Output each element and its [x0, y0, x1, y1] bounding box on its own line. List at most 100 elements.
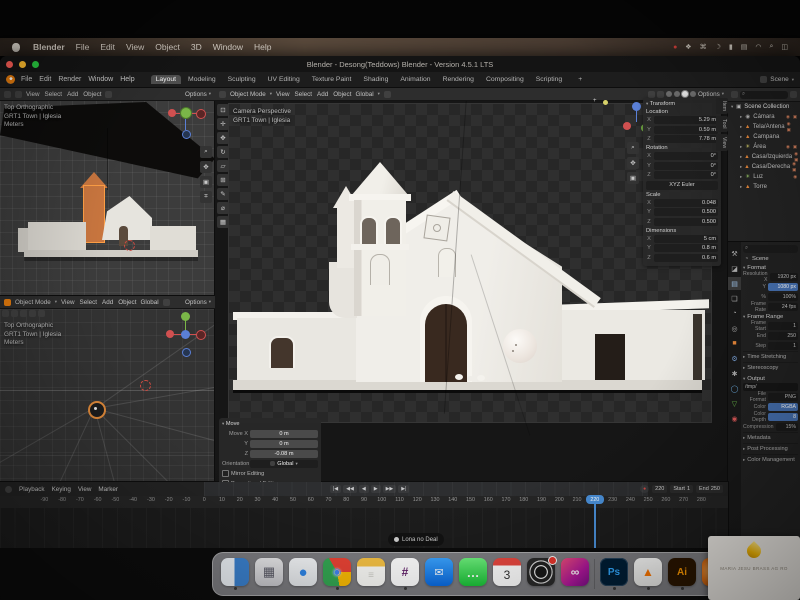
menu-bar-item[interactable]: File — [76, 42, 90, 52]
property-field[interactable]: 24 fps — [768, 303, 798, 311]
property-field[interactable]: RGBA — [768, 403, 798, 411]
frame-start-field[interactable]: Start1 — [670, 485, 693, 493]
n-panel-tab[interactable]: Item — [716, 98, 728, 114]
editor-type-icon[interactable] — [5, 486, 12, 493]
viewport-menu[interactable]: Add — [317, 91, 328, 98]
y-axis-dot[interactable] — [181, 312, 190, 321]
outliner-item[interactable]: ▸▲Campana — [728, 132, 800, 142]
material-shading-icon[interactable] — [682, 91, 688, 97]
mode-dropdown[interactable]: Object Mode — [230, 91, 266, 98]
properties-tab[interactable]: ■ — [728, 337, 741, 350]
properties-search-input[interactable]: ⌕ — [743, 245, 798, 253]
outliner-search-input[interactable]: ⌕ — [740, 91, 788, 99]
scene-collection-row[interactable]: ▾ ▣ Scene Collection — [728, 102, 800, 112]
visibility-toggles[interactable]: ◉ ▣ — [786, 114, 800, 120]
viewport-menu[interactable]: Select — [80, 299, 98, 306]
properties-tab[interactable]: ❏ — [728, 292, 741, 305]
status-icon[interactable]: ◫ — [781, 43, 788, 51]
scale-field[interactable]: Z0.500 — [646, 218, 718, 226]
properties-tab[interactable]: ▽ — [728, 397, 741, 410]
viewport-bottom-left[interactable]: Object Mode ▾ ViewSelectAddObject Global… — [0, 296, 215, 482]
status-icon[interactable]: ▮ — [729, 43, 733, 51]
status-icon[interactable]: ◠ — [755, 43, 761, 51]
disclosure-icon[interactable]: ▸ — [740, 174, 742, 180]
orientation-dropdown[interactable]: Global — [140, 299, 158, 306]
workspace-tab[interactable]: Animation — [395, 75, 435, 84]
property-field[interactable]: 1920 px — [770, 273, 798, 281]
property-field[interactable]: 100% — [768, 293, 798, 301]
disclosure-icon[interactable]: ▸ — [740, 164, 742, 170]
y-axis-dot[interactable] — [181, 108, 191, 118]
property-field[interactable]: 8 — [768, 413, 798, 421]
viewport-menu[interactable]: View — [26, 91, 40, 98]
workspace-tab[interactable]: Texture Paint — [307, 75, 357, 84]
dimension-field[interactable]: Y0.8 m — [646, 244, 718, 252]
n-panel-title[interactable]: ▾ Transform — [646, 101, 718, 107]
property-field[interactable]: 250 — [768, 332, 798, 340]
property-field[interactable]: 1 — [768, 322, 798, 330]
property-field[interactable]: 15% — [776, 423, 798, 431]
topbar-menu[interactable]: Help — [120, 76, 134, 83]
move-panel-title[interactable]: ▾ Move — [222, 421, 318, 427]
zoom-icon[interactable]: ⌕ — [200, 146, 212, 158]
viewport-menu[interactable]: View — [61, 299, 75, 306]
tool-icon[interactable] — [2, 310, 9, 317]
disclosure-icon[interactable]: ▾ — [731, 104, 733, 110]
tool-icon[interactable] — [11, 310, 18, 317]
playhead[interactable]: 220 — [594, 496, 596, 548]
topbar-menu[interactable]: Window — [88, 76, 113, 83]
viewport-menu[interactable]: Object — [118, 299, 136, 306]
pan-hand-icon[interactable]: ✥ — [627, 157, 639, 169]
rotation-field[interactable]: Z0° — [646, 171, 718, 179]
workspace-tab[interactable]: UV Editing — [263, 75, 305, 84]
location-field[interactable]: Z7.78 m — [646, 135, 718, 143]
frame-end-field[interactable]: End250 — [696, 485, 723, 493]
rotation-field[interactable]: Y0° — [646, 162, 718, 170]
tool-icon[interactable] — [20, 310, 27, 317]
solid-shading-icon[interactable] — [674, 91, 680, 97]
z-axis-dot[interactable] — [632, 102, 641, 111]
dock-app[interactable]: ▲ — [633, 558, 663, 590]
properties-tab[interactable]: ◎ — [728, 322, 741, 335]
tool-icon[interactable] — [29, 310, 36, 317]
outliner-item[interactable]: ▸☀Luz◉ — [728, 172, 800, 182]
timeline-menu[interactable]: Marker — [98, 486, 118, 493]
mode-icon[interactable] — [15, 91, 22, 98]
rotation-mode-dropdown[interactable]: XYZ Euler — [646, 181, 718, 190]
orientation-dropdown[interactable]: Global — [355, 91, 373, 98]
n-panel-tab[interactable]: View — [716, 134, 728, 151]
scene-selector[interactable]: Scene ▾ — [760, 76, 794, 83]
workspace-tab[interactable]: Compositing — [481, 75, 529, 84]
properties-editor[interactable]: ⚒◪▤❏◔◎■⚙✱◯▽◉ ⌕ ◔Scene ▾Format Resolution… — [728, 242, 800, 548]
tool-button[interactable]: ✛ — [217, 118, 229, 130]
visibility-toggles[interactable]: ◉ ▣ — [787, 121, 800, 133]
viewport-menu[interactable]: Add — [102, 299, 113, 306]
properties-tab[interactable]: ◪ — [728, 262, 741, 275]
move-option-checkbox[interactable]: Proportional Editing — [222, 479, 318, 482]
workspace-tab[interactable]: Layout — [151, 75, 181, 84]
tool-button[interactable]: ▦ — [217, 216, 229, 228]
x-axis-neg-dot[interactable] — [196, 330, 206, 340]
status-icon[interactable]: ● — [673, 44, 677, 51]
properties-tab[interactable]: ⚒ — [728, 247, 741, 260]
status-icon[interactable]: ❖ — [685, 43, 691, 51]
menu-bar-item[interactable]: Object — [155, 42, 180, 52]
topbar-menu[interactable]: Render — [58, 76, 81, 83]
dock-app[interactable]: # — [390, 558, 420, 590]
move-field[interactable]: Y0 m — [222, 439, 318, 448]
viewport-top-left[interactable]: ViewSelectAddObject Options▾ Top Orthogr… — [0, 88, 215, 296]
visibility-toggles[interactable]: ◉ ▣ — [786, 144, 800, 150]
wireframe-shading-icon[interactable] — [666, 91, 672, 97]
menu-bar-item[interactable]: View — [126, 42, 144, 52]
disclosure-icon[interactable]: ▸ — [740, 134, 742, 140]
status-icon[interactable]: ⌕ — [769, 43, 773, 51]
camera-view-icon[interactable]: ▣ — [200, 176, 212, 188]
disclosure-icon[interactable]: ▸ — [740, 114, 742, 120]
sphere-object[interactable] — [503, 329, 537, 363]
rendered-shading-icon[interactable] — [690, 91, 696, 97]
outliner-item[interactable]: ▸▲Tela/Antena◉ ▣ — [728, 122, 800, 132]
viewport-menu[interactable]: Select — [295, 91, 313, 98]
properties-tab[interactable]: ◯ — [728, 382, 741, 395]
properties-tab[interactable]: ✱ — [728, 367, 741, 380]
tool-button[interactable]: ✎ — [217, 188, 229, 200]
